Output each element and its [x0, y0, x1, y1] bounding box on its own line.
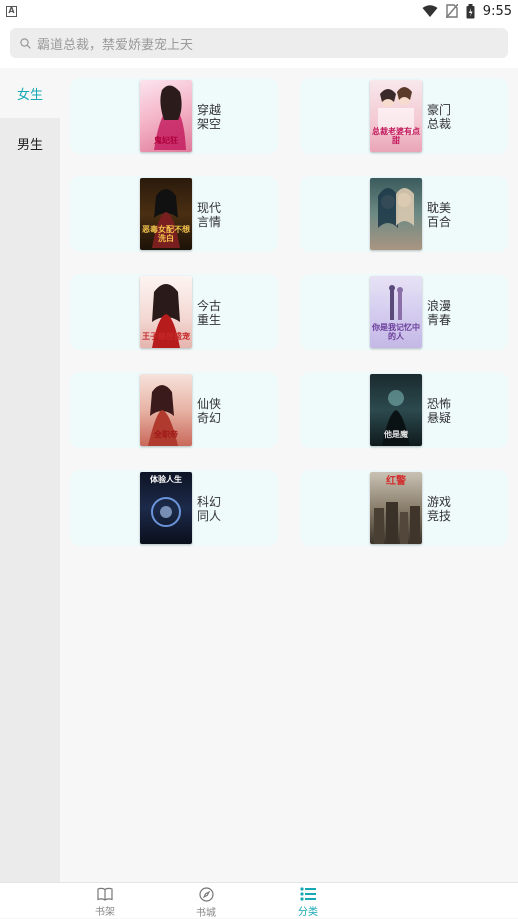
battery-icon: [466, 3, 475, 18]
nav-label: 书城: [196, 908, 216, 919]
label-line2: 重生: [197, 313, 222, 327]
cover-title: 体验人生: [150, 475, 182, 484]
label-line2: 青春: [427, 313, 452, 327]
category-sidebar: 女生 男生: [0, 68, 60, 882]
category-card[interactable]: 你是我记忆中的人 浪漫 青春: [300, 274, 508, 350]
nav-label: 分类: [298, 907, 318, 918]
book-icon: [97, 887, 113, 901]
book-cover: 你是我记忆中的人: [370, 276, 422, 348]
notification-icon: A: [6, 5, 17, 17]
compass-icon: [198, 887, 214, 902]
tab-female[interactable]: 女生: [0, 68, 60, 118]
label-line2: 言情: [197, 215, 222, 229]
category-label: 仙侠 奇幻: [197, 397, 237, 425]
wifi-icon: [422, 4, 438, 17]
category-card[interactable]: 红警 游戏 竞技: [300, 470, 508, 546]
category-card[interactable]: 鬼妃狂 穿越 架空: [70, 78, 278, 154]
label-line2: 悬疑: [427, 411, 452, 425]
category-label: 恐怖 悬疑: [427, 397, 467, 425]
category-card[interactable]: 体验人生 科幻 同人: [70, 470, 278, 546]
category-card[interactable]: 全职帝 仙侠 奇幻: [70, 372, 278, 448]
book-cover: 鬼妃狂: [140, 80, 192, 152]
list-icon: [300, 887, 316, 901]
book-cover: 红警: [370, 472, 422, 544]
cover-title: 鬼妃狂: [154, 136, 178, 146]
category-label: 浪漫 青春: [427, 299, 467, 327]
category-label: 科幻 同人: [197, 495, 237, 523]
book-cover: 体验人生: [140, 472, 192, 544]
tab-label: 女生: [16, 87, 43, 103]
cover-title: 红警: [386, 476, 406, 487]
label-line1: 豪门: [427, 103, 452, 117]
category-card[interactable]: 王子绝世盛宠 今古 重生: [70, 274, 278, 350]
nav-category[interactable]: 分类: [278, 887, 338, 919]
label-line1: 现代: [197, 201, 222, 215]
label-line1: 耽美: [427, 201, 452, 215]
search-icon: [20, 37, 31, 49]
book-cover: 总裁老婆有点甜: [370, 80, 422, 152]
label-line1: 游戏: [427, 495, 452, 509]
category-card[interactable]: 他是魔 恐怖 悬疑: [300, 372, 508, 448]
label-line1: 恐怖: [427, 397, 452, 411]
book-cover: 全职帝: [140, 374, 192, 446]
category-label: 穿越 架空: [197, 103, 237, 131]
label-line2: 百合: [427, 215, 452, 229]
nav-bookshelf[interactable]: 书架: [75, 887, 135, 919]
search-bar: 霸道总裁，禁爱娇妻宠上天: [0, 22, 518, 68]
category-label: 游戏 竞技: [427, 495, 467, 523]
book-cover: 王子绝世盛宠: [140, 276, 192, 348]
label-line1: 浪漫: [427, 299, 452, 313]
category-card[interactable]: 恶毒女配不想洗白 现代 言情: [70, 176, 278, 252]
category-card[interactable]: 耽美 百合: [300, 176, 508, 252]
search-placeholder: 霸道总裁，禁爱娇妻宠上天: [37, 37, 194, 53]
label-line1: 今古: [197, 299, 222, 313]
cover-title: 你是我记忆中的人: [372, 323, 420, 342]
tab-label: 男生: [16, 137, 43, 153]
book-cover: [370, 178, 422, 250]
status-time: 9:55: [482, 3, 512, 19]
cover-title: 他是魔: [384, 430, 408, 440]
status-bar: A 9:55: [0, 0, 518, 22]
category-label: 豪门 总裁: [427, 103, 467, 131]
label-line1: 仙侠: [197, 397, 222, 411]
label-line2: 同人: [197, 509, 222, 523]
label-line1: 科幻: [197, 495, 222, 509]
search-input[interactable]: 霸道总裁，禁爱娇妻宠上天: [10, 28, 508, 58]
label-line2: 总裁: [427, 117, 452, 131]
category-content: 鬼妃狂 穿越 架空 总裁老婆有点甜 豪门 总裁 恶毒女配不想洗白 现代 言情 耽…: [60, 68, 518, 882]
cover-title: 恶毒女配不想洗白: [142, 225, 190, 244]
cover-title: 总裁老婆有点甜: [372, 127, 420, 146]
book-cover: 他是魔: [370, 374, 422, 446]
book-cover: 恶毒女配不想洗白: [140, 178, 192, 250]
category-label: 今古 重生: [197, 299, 237, 327]
cover-art: [378, 188, 414, 228]
cover-title: 王子绝世盛宠: [142, 332, 190, 342]
category-label: 现代 言情: [197, 201, 237, 229]
nav-bookstore[interactable]: 书城: [176, 887, 236, 919]
label-line1: 穿越: [197, 103, 222, 117]
label-line2: 架空: [197, 117, 222, 131]
category-label: 耽美 百合: [427, 201, 467, 229]
nav-label: 书架: [95, 907, 115, 918]
category-card[interactable]: 总裁老婆有点甜 豪门 总裁: [300, 78, 508, 154]
label-line2: 奇幻: [197, 411, 222, 425]
bottom-nav: 书架 书城 分类: [0, 882, 518, 919]
cover-title: 全职帝: [154, 430, 178, 440]
label-line2: 竞技: [427, 509, 452, 523]
no-sim-icon: [445, 4, 458, 18]
tab-male[interactable]: 男生: [0, 118, 60, 168]
